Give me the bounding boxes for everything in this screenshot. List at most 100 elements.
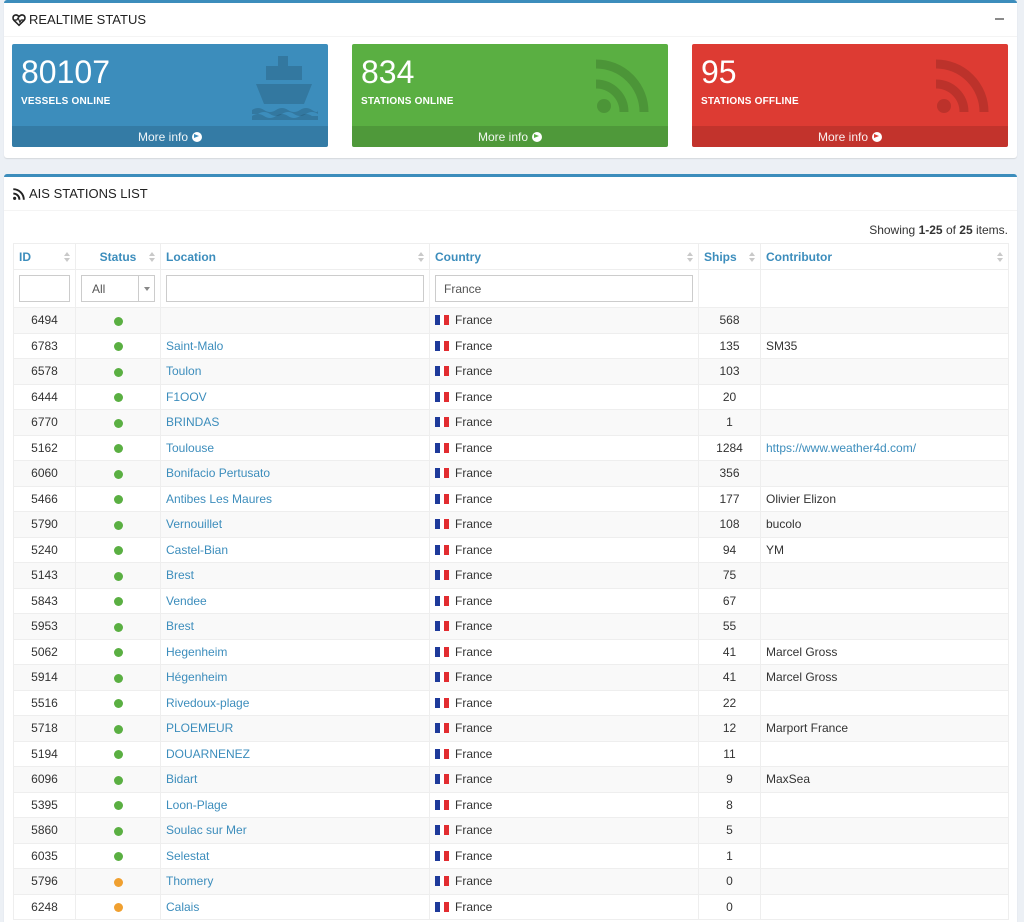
france-flag-icon [435,621,449,632]
summary-suffix: items. [972,223,1008,237]
ships-count: 5 [698,817,761,844]
location-cell: Vernouillet [160,511,430,538]
country-cell: France [429,842,699,869]
table-row: 5790 Vernouillet France 108 bucolo [13,511,1009,538]
location-link[interactable]: PLOEMEUR [166,721,233,735]
status-dot-icon [113,648,123,658]
filter-cell-ships [698,269,761,308]
contributor-cell: Marcel Gross [760,638,1009,665]
location-link[interactable]: Rivedoux-plage [166,696,249,710]
sort-icon [418,252,424,262]
location-link[interactable]: Selestat [166,849,209,863]
summary-range: 1-25 [918,223,943,237]
column-header-status[interactable]: Status [75,243,161,270]
country-filter-input[interactable] [435,275,693,302]
ships-count: 22 [698,689,761,716]
location-filter-input[interactable] [166,275,424,302]
table-row: 5062 Hegenheim France 41 Marcel Gross [13,638,1009,665]
filter-cell-status: All [75,269,161,308]
contributor-link[interactable]: https://www.weather4d.com/ [766,441,916,455]
location-link[interactable]: Brest [166,619,194,633]
column-header-country[interactable]: Country [429,243,699,270]
table-row: 5718 PLOEMEUR France 12 Marport France [13,715,1009,742]
station-id: 6578 [13,358,76,385]
filter-cell-country [429,269,699,308]
location-link[interactable]: Saint-Malo [166,339,223,353]
location-link[interactable]: Soulac sur Mer [166,823,247,837]
location-link[interactable]: Loon-Plage [166,798,227,812]
status-cell [75,460,161,487]
country-cell: France [429,689,699,716]
location-cell: DOUARNENEZ [160,740,430,767]
column-header-contributor[interactable]: Contributor [760,243,1009,270]
location-cell: Castel-Bian [160,536,430,563]
heartbeat-icon [12,13,26,27]
table-row: 6035 Selestat France 1 [13,842,1009,869]
station-id: 5162 [13,434,76,461]
status-filter-select[interactable]: All [81,275,155,302]
country-name: France [455,542,493,557]
table-row: 6770 BRINDAS France 1 [13,409,1009,436]
location-link[interactable]: Antibes Les Maures [166,492,272,506]
station-id: 5860 [13,817,76,844]
location-cell: Selestat [160,842,430,869]
arrow-circle-right-icon [872,131,883,142]
status-cell [75,307,161,334]
rss-icon [590,54,658,120]
location-link[interactable]: Vendee [166,594,207,608]
column-header-location[interactable]: Location [160,243,430,270]
table-row: 6578 Toulon France 103 [13,358,1009,385]
ships-count: 75 [698,562,761,589]
stations-online-more-info-link[interactable]: More info [352,126,668,147]
country-name: France [455,899,493,914]
contributor-name: Marport France [766,721,849,736]
location-link[interactable]: Bidart [166,772,197,786]
country-name: France [455,517,493,532]
location-link[interactable]: Thomery [166,874,213,888]
location-link[interactable]: Brest [166,568,194,582]
contributor-cell [760,307,1009,334]
location-link[interactable]: Calais [166,900,199,914]
filter-cell-location [160,269,430,308]
contributor-cell [760,817,1009,844]
id-filter-input[interactable] [19,275,70,302]
location-link[interactable]: Bonifacio Pertusato [166,466,270,480]
more-info-label: More info [477,129,529,144]
location-cell: Saint-Malo [160,332,430,359]
location-link[interactable]: F1OOV [166,390,207,404]
column-header-id[interactable]: ID [13,243,76,270]
location-link[interactable]: Castel-Bian [166,543,228,557]
collapse-button[interactable] [995,13,1005,25]
contributor-cell [760,562,1009,589]
status-dot-icon [113,724,123,734]
column-header-ships[interactable]: Ships [698,243,761,270]
location-link[interactable]: DOUARNENEZ [166,747,250,761]
location-link[interactable]: Hegenheim [166,645,227,659]
location-link[interactable]: BRINDAS [166,415,219,429]
ships-count: 356 [698,460,761,487]
location-link[interactable]: Vernouillet [166,517,222,531]
more-info-label: More info [137,129,189,144]
contributor-name: YM [766,542,784,557]
location-link[interactable]: Hégenheim [166,670,227,684]
table-row: 5953 Brest France 55 [13,613,1009,640]
contributor-name: MaxSea [766,772,811,787]
country-cell: France [429,409,699,436]
location-link[interactable]: Toulon [166,364,201,378]
location-cell [160,307,430,334]
country-name: France [455,440,493,455]
stations-offline-more-info-link[interactable]: More info [692,126,1008,147]
vessels-more-info-link[interactable]: More info [12,126,328,147]
station-id: 5718 [13,715,76,742]
france-flag-icon [435,391,449,402]
table-row: 5240 Castel-Bian France 94 YM [13,536,1009,563]
country-cell: France [429,638,699,665]
status-dot-icon [113,444,123,454]
location-cell: F1OOV [160,383,430,410]
location-link[interactable]: Toulouse [166,441,214,455]
status-cell [75,868,161,895]
france-flag-icon [435,570,449,581]
country-cell: France [429,511,699,538]
status-cell [75,715,161,742]
ships-count: 41 [698,638,761,665]
